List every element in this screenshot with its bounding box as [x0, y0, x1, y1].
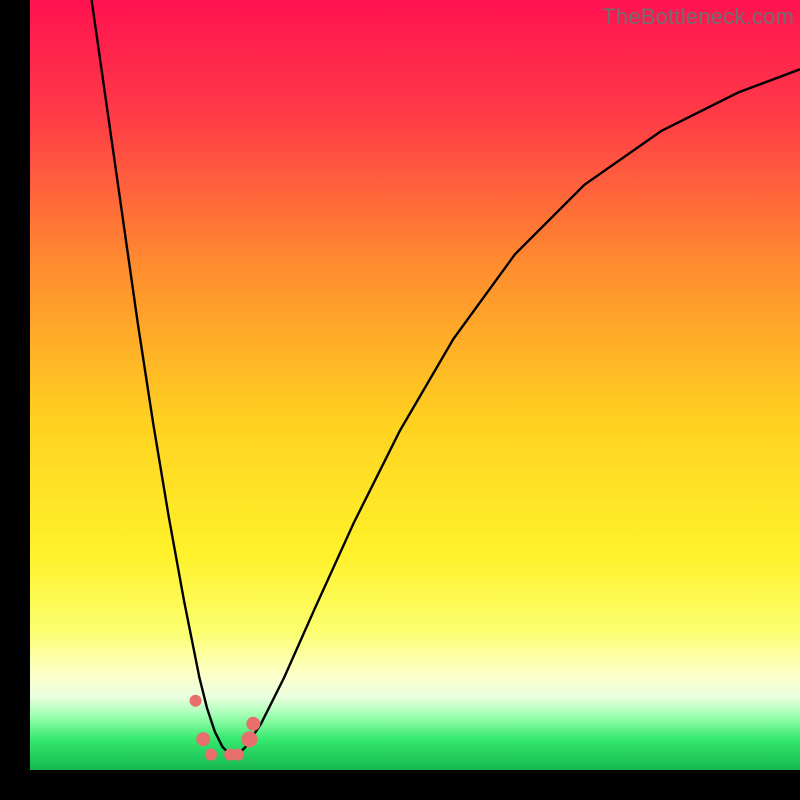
data-marker	[205, 749, 217, 761]
data-marker	[196, 732, 210, 746]
data-marker	[241, 731, 257, 747]
plot-frame: TheBottleneck.com	[30, 0, 800, 770]
bottleneck-curve	[30, 0, 800, 770]
data-marker	[232, 749, 244, 761]
data-marker	[190, 695, 202, 707]
watermark-text: TheBottleneck.com	[602, 4, 794, 30]
data-marker	[246, 717, 260, 731]
